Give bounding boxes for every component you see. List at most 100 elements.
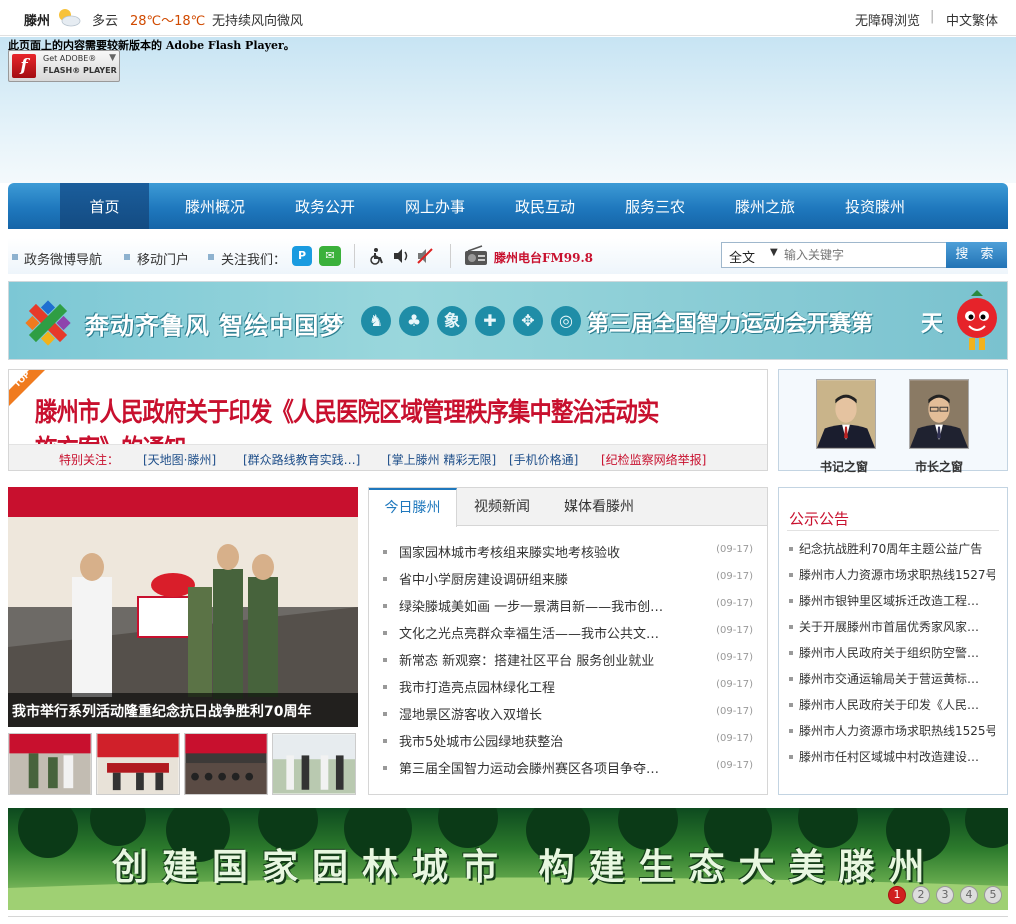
carousel-page-4[interactable]: 4 xyxy=(960,886,978,904)
special-link-mass-line[interactable]: [群众路线教育实践…] xyxy=(243,451,360,468)
garden-city-banner[interactable]: 创建国家园林城市 构建生态大美滕州 xyxy=(8,808,1008,910)
tab-video-news[interactable]: 视频新闻 xyxy=(459,488,545,526)
news-title[interactable]: 省中小学厨房建设调研组来滕 xyxy=(399,569,689,588)
nav-item-gov-affairs[interactable]: 政务公开 xyxy=(270,183,380,229)
radio-station-link[interactable]: 滕州电台FM99.8 xyxy=(494,249,593,266)
wheelchair-icon[interactable] xyxy=(368,247,386,265)
special-link-mobile-tengzhou[interactable]: [掌上滕州 精彩无限] xyxy=(387,451,496,468)
carousel-page-1[interactable]: 1 xyxy=(888,886,906,904)
news-title[interactable]: 国家园林城市考核组来滕实地考核验收 xyxy=(399,542,689,561)
toolbar-divider xyxy=(354,244,355,268)
news-date: (09-17) xyxy=(716,733,753,744)
notice-item[interactable]: 滕州市人力资源市场求职热线1525号 xyxy=(799,722,995,739)
header-banner xyxy=(0,37,1016,183)
nav-item-tourism[interactable]: 滕州之旅 xyxy=(710,183,820,229)
special-link-map[interactable]: [天地图·滕州] xyxy=(143,451,216,468)
bullet-icon xyxy=(789,703,793,707)
featured-news-photo[interactable] xyxy=(8,487,358,727)
nav-item-home[interactable]: 首页 xyxy=(60,183,149,229)
notice-item[interactable]: 滕州市银钟里区域拆迁改造工程… xyxy=(799,592,995,609)
list-item[interactable]: 第三届全国智力运动会滕州赛区各项目争夺… (09-17) xyxy=(383,758,753,778)
news-date: (09-17) xyxy=(716,760,753,771)
thumbnail-photo[interactable] xyxy=(8,733,92,795)
notice-item[interactable]: 滕州市交通运输局关于营运黄标… xyxy=(799,670,995,687)
nav-item-investment[interactable]: 投资滕州 xyxy=(820,183,930,229)
list-item[interactable]: 我市5处城市公园绿地获整治 (09-17) xyxy=(383,731,753,751)
get-flash-player-button[interactable]: f Get ADOBE® FLASH® PLAYER ▼ xyxy=(8,50,120,82)
tab-media-view[interactable]: 媒体看滕州 xyxy=(547,488,651,526)
news-title[interactable]: 新常态 新观察：搭建社区平台 服务创业就业 xyxy=(399,650,689,669)
list-item[interactable]: 滕州市人力资源市场求职热线1525号 xyxy=(789,722,995,742)
news-title[interactable]: 第三届全国智力运动会滕州赛区各项目争夺… xyxy=(399,758,689,777)
notice-item[interactable]: 关于开展滕州市首届优秀家风家… xyxy=(799,618,995,635)
list-item[interactable]: 省中小学厨房建设调研组来滕 (09-17) xyxy=(383,569,753,589)
list-item[interactable]: 国家园林城市考核组来滕实地考核验收 (09-17) xyxy=(383,542,753,562)
notice-item[interactable]: 滕州市人民政府关于印发《人民… xyxy=(799,696,995,713)
list-item[interactable]: 纪念抗战胜利70周年主题公益广告 xyxy=(789,540,995,560)
chevron-down-icon[interactable]: ▼ xyxy=(770,247,778,258)
news-title[interactable]: 文化之光点亮群众幸福生活——我市公共文… xyxy=(399,623,689,642)
bullet-icon xyxy=(789,547,793,551)
thumbnail-photo[interactable] xyxy=(96,733,180,795)
search-button[interactable]: 搜 索 xyxy=(946,242,1007,268)
flash-button-line1: Get ADOBE® xyxy=(43,54,97,63)
list-item[interactable]: 我市打造亮点园林绿化工程 (09-17) xyxy=(383,677,753,697)
speaker-icon[interactable] xyxy=(392,247,410,265)
search-input[interactable] xyxy=(784,244,944,266)
list-item[interactable]: 滕州市人民政府关于印发《人民… xyxy=(789,696,995,716)
news-title[interactable]: 绿染滕城美如画 一步一景满目新——我市创… xyxy=(399,596,689,615)
news-title[interactable]: 我市打造亮点园林绿化工程 xyxy=(399,677,689,696)
download-arrow-icon: ▼ xyxy=(109,53,116,63)
list-item[interactable]: 滕州市任村区域城中村改造建设… xyxy=(789,748,995,768)
mute-icon[interactable] xyxy=(416,247,434,265)
notice-item[interactable]: 滕州市任村区域城中村改造建设… xyxy=(799,748,995,765)
bottom-edge xyxy=(8,916,1008,924)
nav-item-agriculture[interactable]: 服务三农 xyxy=(600,183,710,229)
list-item[interactable]: 滕州市人力资源市场求职热线1527号 xyxy=(789,566,995,586)
toolbar-divider xyxy=(450,244,451,268)
notice-item[interactable]: 滕州市人力资源市场求职热线1527号 xyxy=(799,566,995,583)
weather-condition: 多云 xyxy=(92,14,119,29)
weibo-icon[interactable]: P xyxy=(292,246,312,266)
notice-item[interactable]: 滕州市人民政府关于组织防空警… xyxy=(799,644,995,661)
weibo-nav-link[interactable]: 政务微博导航 xyxy=(24,249,102,268)
special-link-price[interactable]: [手机价格通] xyxy=(509,451,578,468)
tab-today-tengzhou[interactable]: 今日滕州 xyxy=(369,488,457,527)
list-item[interactable]: 滕州市银钟里区域拆迁改造工程… xyxy=(789,592,995,612)
accessibility-link[interactable]: 无障碍浏览 xyxy=(855,10,920,29)
list-item[interactable]: 滕州市人民政府关于组织防空警… xyxy=(789,644,995,664)
secretary-photo[interactable] xyxy=(816,379,876,449)
bullet-icon xyxy=(383,739,387,743)
list-item[interactable]: 文化之光点亮群众幸福生活——我市公共文… (09-17) xyxy=(383,623,753,643)
list-item[interactable]: 滕州市交通运输局关于营运黄标… xyxy=(789,670,995,690)
nav-item-interaction[interactable]: 政民互动 xyxy=(490,183,600,229)
mayor-window-link[interactable]: 市长之窗 xyxy=(915,458,963,475)
secretary-window-link[interactable]: 书记之窗 xyxy=(820,458,868,475)
nav-item-online-services[interactable]: 网上办事 xyxy=(380,183,490,229)
news-title[interactable]: 湿地景区游客收入双增长 xyxy=(399,704,689,723)
traditional-chinese-link[interactable]: 中文繁体 xyxy=(946,10,998,29)
list-item[interactable]: 关于开展滕州市首届优秀家风家… xyxy=(789,618,995,638)
special-link-report[interactable]: [纪检监察网络举报] xyxy=(601,451,706,468)
wechat-icon[interactable]: ✉ xyxy=(319,246,341,266)
carousel-page-2[interactable]: 2 xyxy=(912,886,930,904)
weather-city: 滕州 xyxy=(24,14,51,29)
list-item[interactable]: 湿地景区游客收入双增长 (09-17) xyxy=(383,704,753,724)
carousel-page-3[interactable]: 3 xyxy=(936,886,954,904)
mobile-portal-link[interactable]: 移动门户 xyxy=(137,249,189,268)
news-title[interactable]: 我市5处城市公园绿地获整治 xyxy=(399,731,689,750)
mind-games-banner[interactable]: 奔动齐鲁风 智绘中国梦 ♞ ♣ 象 ✚ ✥ ◎ 第三届全国智力运动会开赛第 天 xyxy=(8,281,1008,360)
thumbnail-photo[interactable] xyxy=(184,733,268,795)
carousel-page-5[interactable]: 5 xyxy=(984,886,1002,904)
notice-title[interactable]: 公示公告 xyxy=(789,508,849,529)
nav-item-overview[interactable]: 滕州概况 xyxy=(160,183,270,229)
cloudy-sun-icon xyxy=(59,9,81,27)
list-item[interactable]: 新常态 新观察：搭建社区平台 服务创业就业 (09-17) xyxy=(383,650,753,670)
radio-icon xyxy=(465,245,487,265)
notice-item[interactable]: 纪念抗战胜利70周年主题公益广告 xyxy=(799,540,995,557)
search-scope-select[interactable]: 全文 xyxy=(729,247,755,266)
photo-caption[interactable]: 我市举行系列活动隆重纪念抗日战争胜利70周年 xyxy=(8,693,358,727)
list-item[interactable]: 绿染滕城美如画 一步一景满目新——我市创… (09-17) xyxy=(383,596,753,616)
thumbnail-photo[interactable] xyxy=(272,733,356,795)
mayor-photo[interactable] xyxy=(909,379,969,449)
